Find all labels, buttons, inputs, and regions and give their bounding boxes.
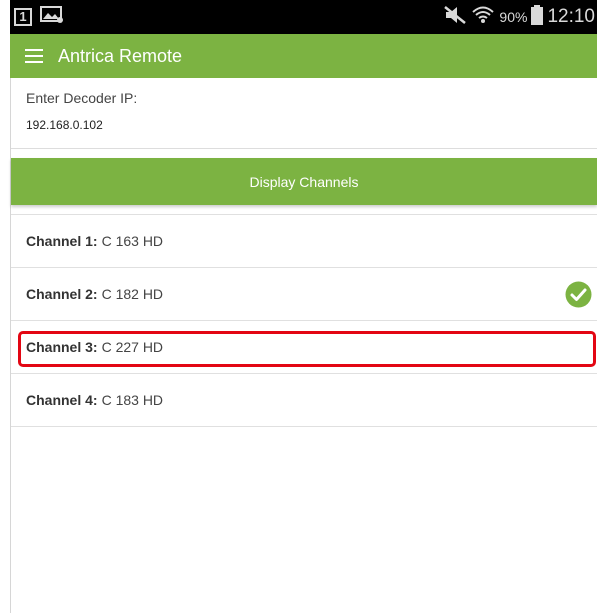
channel-3-highlight — [18, 331, 596, 367]
channel-value: C 183 HD — [101, 392, 164, 408]
image-notification-icon — [40, 5, 64, 29]
channel-item-4[interactable]: Channel 4: C 183 HD — [11, 374, 597, 427]
wifi-icon — [471, 5, 495, 29]
channel-item-1[interactable]: Channel 1: C 163 HD — [11, 215, 597, 268]
decoder-ip-label: Enter Decoder IP: — [26, 90, 138, 106]
channel-value: C 182 HD — [101, 286, 164, 302]
ip-divider — [11, 148, 597, 149]
status-time: 12:10 — [547, 6, 595, 27]
channel-item-2[interactable]: Channel 2: C 182 HD — [11, 268, 597, 321]
mute-icon — [443, 5, 467, 29]
check-circle-icon — [565, 281, 592, 311]
battery-percent: 90% — [499, 9, 528, 25]
notification-count-icon: 1 — [14, 8, 32, 26]
channel-label: Channel 2: — [26, 286, 98, 302]
app-bar: Antrica Remote — [10, 34, 597, 78]
channel-label: Channel 4: — [26, 392, 98, 408]
hamburger-menu-icon[interactable] — [10, 34, 58, 78]
status-bar-left: 1 — [10, 5, 64, 29]
status-bar: 1 90% 12:10 — [10, 0, 597, 34]
status-bar-right: 90% 12:10 — [443, 5, 597, 29]
channel-value: C 163 HD — [101, 233, 164, 249]
channel-label: Channel 1: — [26, 233, 98, 249]
app-title: Antrica Remote — [58, 45, 183, 66]
display-channels-button[interactable]: Display Channels — [11, 158, 597, 205]
decoder-ip-input[interactable]: 192.168.0.102 — [26, 118, 103, 132]
battery-icon — [531, 5, 544, 29]
